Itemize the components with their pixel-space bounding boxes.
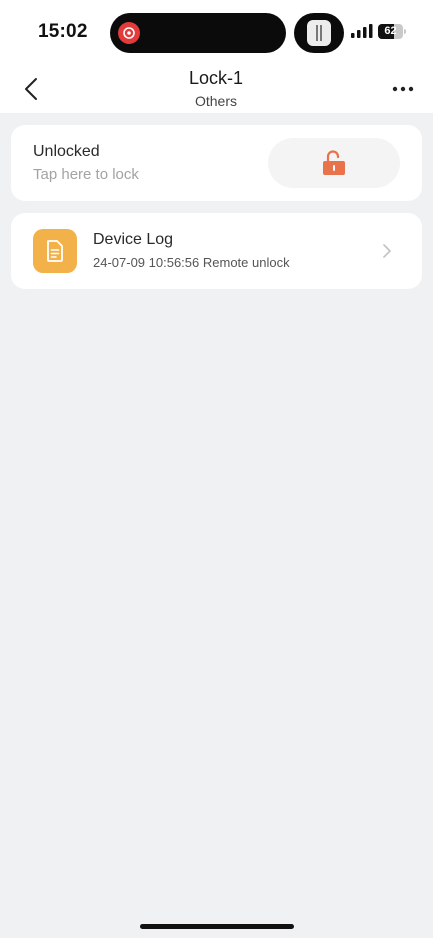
chevron-right-icon — [383, 244, 391, 258]
more-options-button[interactable] — [388, 76, 418, 102]
lock-status-label: Unlocked — [33, 143, 100, 160]
lock-hint-label: Tap here to lock — [33, 166, 139, 183]
battery-icon: 62 — [378, 24, 407, 39]
battery-cap — [404, 29, 406, 34]
device-log-latest-entry: 24-07-09 10:56:56 Remote unlock — [93, 255, 290, 270]
unlocked-padlock-icon — [323, 150, 345, 175]
lock-status-card[interactable]: Unlocked Tap here to lock — [11, 125, 422, 201]
home-indicator[interactable] — [140, 924, 294, 929]
device-log-title: Device Log — [93, 231, 174, 248]
page-subtitle: Others — [194, 93, 237, 109]
lock-toggle-button[interactable] — [268, 138, 400, 188]
battery-body: 62 — [378, 24, 403, 39]
live-activity-icon — [307, 20, 331, 46]
status-time: 15:02 — [38, 21, 88, 42]
more-dots-icon — [392, 86, 414, 92]
live-activity-pill[interactable] — [294, 13, 344, 53]
page-title: Lock-1 — [188, 68, 244, 88]
device-log-icon-tile — [33, 229, 77, 273]
device-log-card[interactable]: Device Log 24-07-09 10:56:56 Remote unlo… — [11, 213, 422, 289]
dynamic-island[interactable] — [110, 13, 286, 53]
device-screen: 15:02 62 Lock-1 Others Unlocked Tap here… — [0, 0, 433, 938]
cellular-signal-icon — [351, 24, 373, 38]
music-app-icon — [118, 22, 140, 44]
battery-level: 62 — [384, 25, 397, 37]
document-icon — [47, 240, 63, 262]
chevron-left-icon — [25, 78, 37, 100]
back-button[interactable] — [18, 74, 44, 104]
